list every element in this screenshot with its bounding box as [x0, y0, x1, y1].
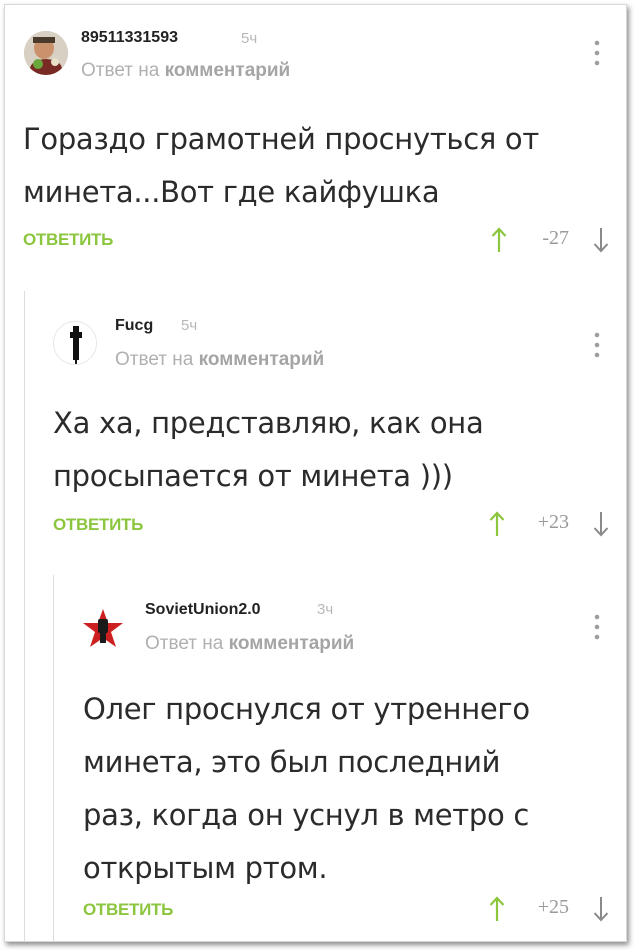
reply-to-target: комментарий — [228, 633, 355, 654]
comment-text-line: раз, когда он уснул в метро с — [83, 798, 530, 832]
reply-button[interactable]: ОТВЕТИТЬ — [83, 900, 173, 920]
comment-text-line: Олег проснулся от утреннего — [83, 692, 530, 726]
comment-author[interactable]: SovietUnion2.0 — [145, 601, 261, 619]
comment-text-line: минета, это был последний — [83, 745, 501, 779]
upvote-arrow-icon[interactable] — [489, 896, 505, 922]
comment-rating: +25 — [537, 896, 569, 918]
comments-panel: 89511331593 5ч Ответ на комментарий Гора… — [4, 4, 627, 942]
comment-text: Олег проснулся от утреннего минета, это … — [83, 683, 613, 895]
comment-3: SovietUnion2.0 3ч Ответ на комментарий О… — [5, 5, 628, 943]
downvote-arrow-icon[interactable] — [593, 896, 609, 922]
comment-time: 3ч — [317, 601, 334, 618]
user-avatar[interactable] — [81, 607, 125, 651]
reply-to-link[interactable]: Ответ на комментарий — [145, 633, 354, 655]
comment-text-line: открытым ртом. — [83, 851, 328, 885]
red-star-fist-icon — [82, 608, 124, 650]
more-options-icon[interactable] — [594, 613, 600, 641]
reply-to-prefix: Ответ на — [145, 633, 224, 654]
